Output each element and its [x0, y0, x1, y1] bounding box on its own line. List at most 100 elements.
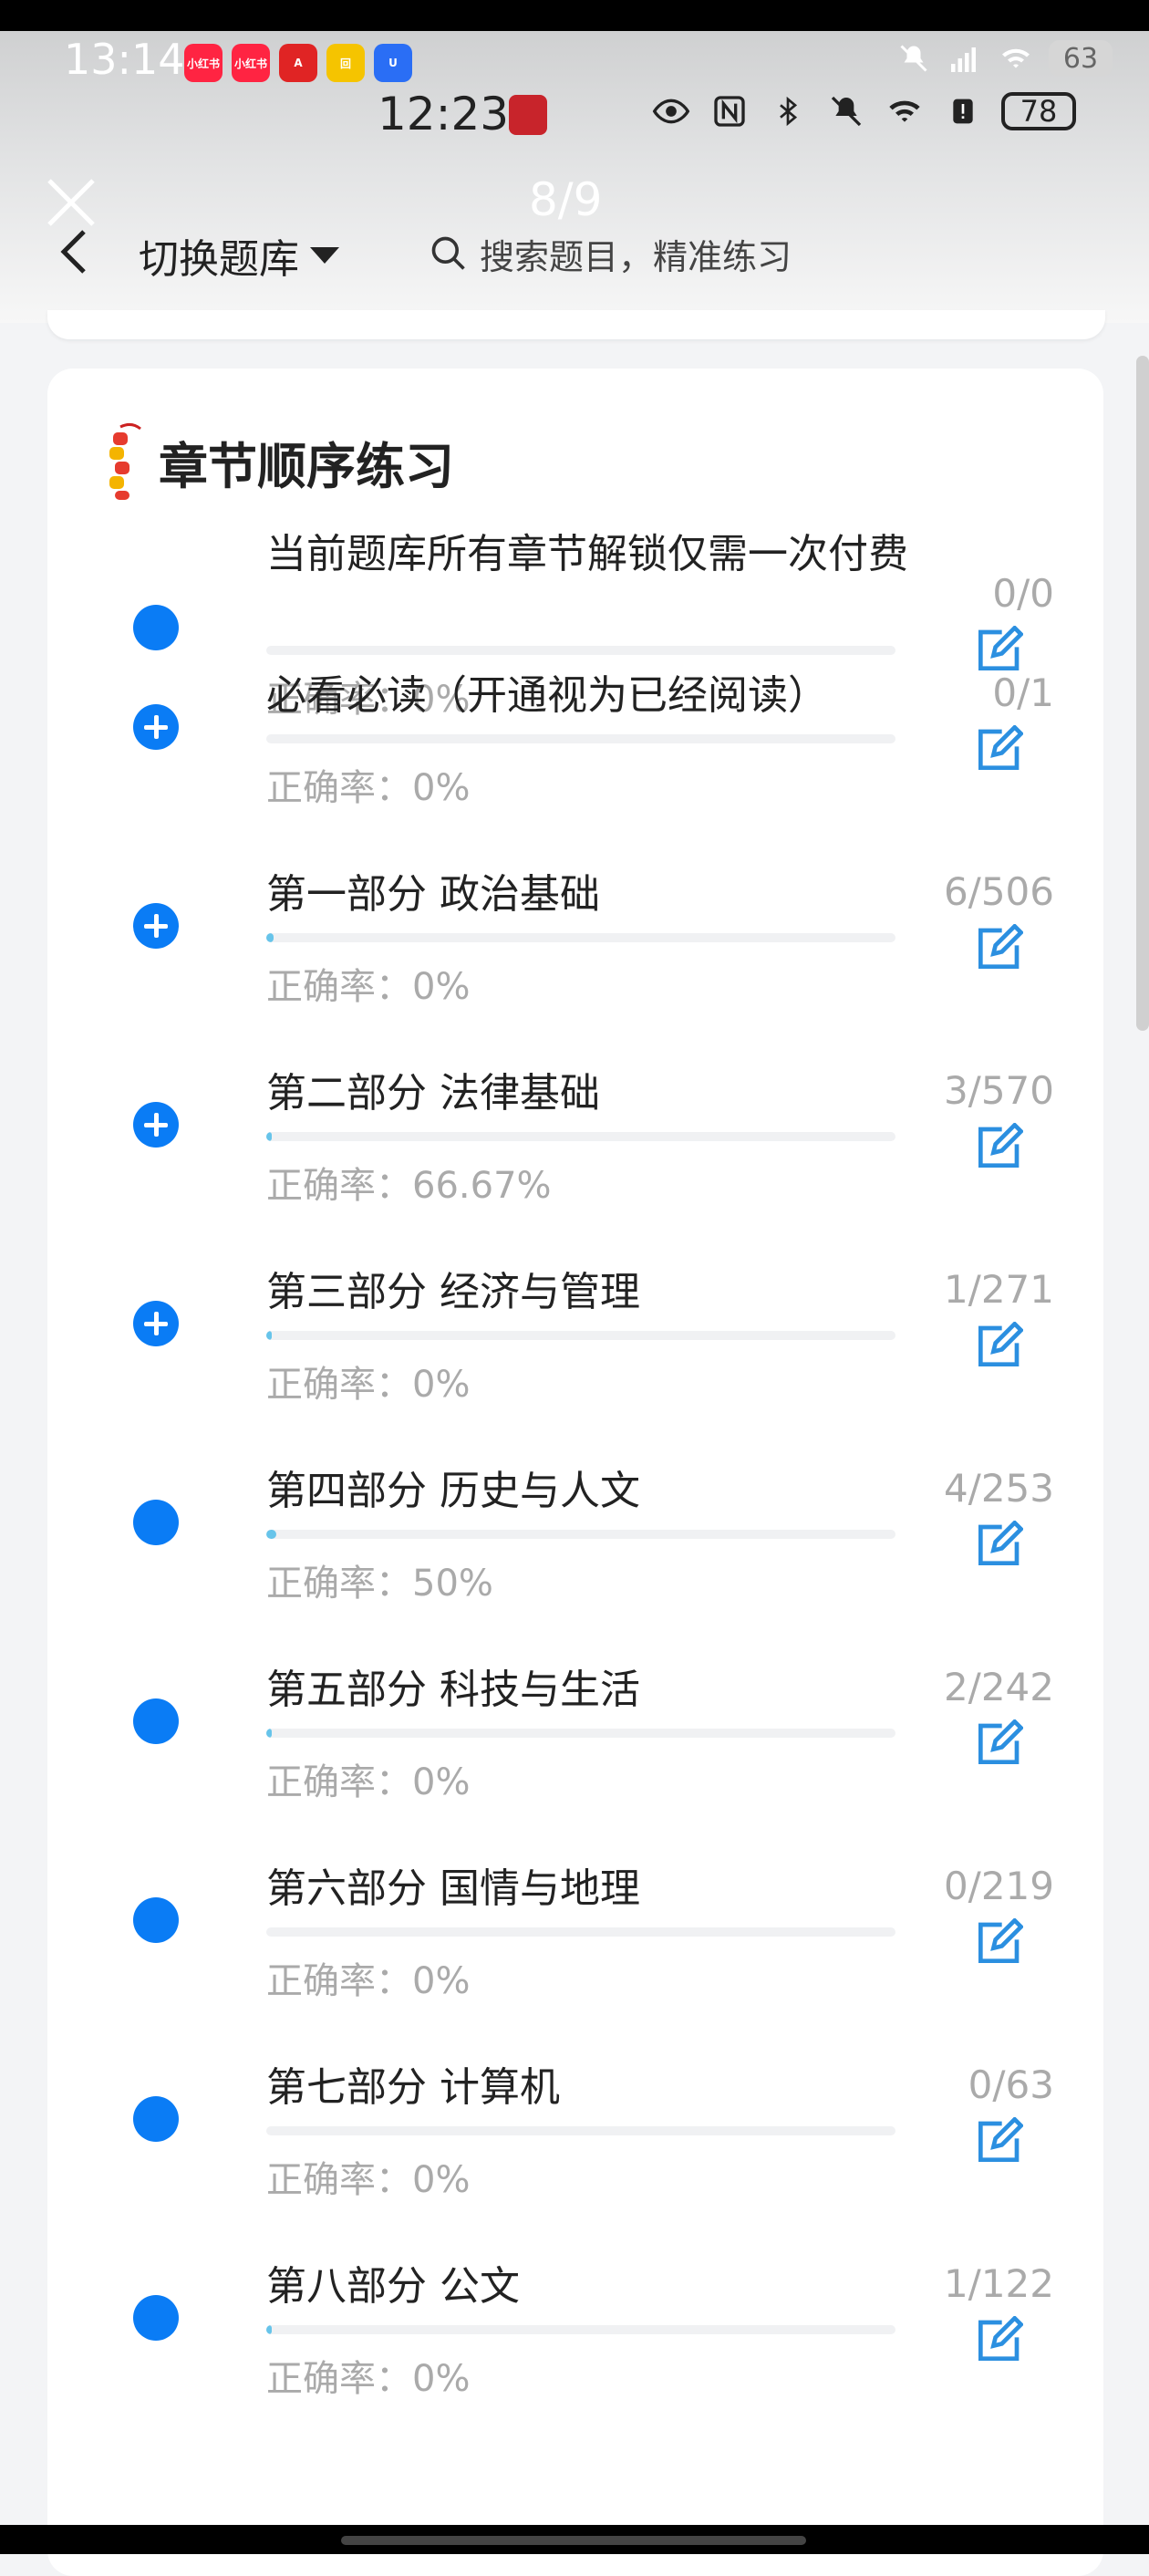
chapter-accuracy: 正确率：0% [266, 957, 470, 1010]
chapter-progress-fill [266, 1729, 272, 1738]
chapter-title[interactable]: 第四部分 历史与人文 [266, 1466, 941, 1517]
accuracy-value: 0% [412, 2159, 471, 2201]
chapter-count: 3/570 [943, 1068, 1054, 1113]
expand-plus-icon[interactable] [133, 1102, 179, 1148]
chapter-accuracy: 正确率：0% [266, 2150, 470, 2203]
edit-practice-icon[interactable] [972, 923, 1024, 975]
accuracy-value: 0% [412, 966, 471, 1008]
app-blue-icon: U [374, 44, 412, 82]
eye-icon [651, 91, 691, 131]
chapter-count: 2/242 [943, 1665, 1054, 1709]
chapter-count: 0/0 [992, 571, 1054, 616]
chapter-progress-bar [266, 1331, 895, 1340]
wifi-icon [998, 40, 1034, 77]
accuracy-label: 正确率： [266, 966, 412, 1008]
chapter-title[interactable]: 第七部分 计算机 [266, 2062, 941, 2114]
search-placeholder: 搜索题目，精准练习 [480, 236, 792, 277]
chapter-title[interactable]: 第六部分 国情与地理 [266, 1864, 941, 1915]
chapter-progress-fill [266, 933, 274, 942]
expand-plus-icon[interactable] [133, 903, 179, 949]
close-icon[interactable] [44, 175, 98, 230]
switch-bank-dropdown[interactable]: 切换题库 [139, 226, 339, 285]
previous-card-edge [47, 310, 1105, 339]
accuracy-value: 0% [412, 1960, 471, 2002]
outer-status-icons: 63 [895, 40, 1113, 77]
signal-5g-icon [947, 40, 983, 77]
expand-plus-icon[interactable] [133, 1301, 179, 1346]
edit-practice-icon[interactable] [972, 625, 1024, 677]
chapter-progress-bar [266, 734, 895, 743]
chapter-count: 0/1 [992, 670, 1054, 715]
chapter-title[interactable]: 必看必读（开通视为已经阅读） [266, 670, 941, 722]
chapter-progress-fill [266, 2325, 272, 2334]
section-title: 章节顺序练习 [159, 437, 454, 495]
chapter-accuracy: 正确率：50% [266, 1553, 493, 1606]
chapter-progress-fill [266, 1530, 277, 1539]
inner-status-time: 12:23 [378, 88, 510, 140]
accuracy-value: 0% [412, 1364, 471, 1406]
accuracy-value: 0% [412, 2358, 471, 2400]
inner-app-icon [509, 95, 547, 135]
chapter-accuracy: 正确率：0% [266, 1752, 470, 1805]
chapter-title[interactable]: 第五部分 科技与生活 [266, 1665, 941, 1716]
alert-icon [943, 91, 983, 131]
firecracker-icon [109, 422, 141, 500]
back-icon[interactable] [53, 224, 93, 279]
edit-practice-icon[interactable] [972, 1719, 1024, 1771]
chapter-progress-bar [266, 2325, 895, 2334]
accuracy-value: 50% [412, 1563, 493, 1605]
accuracy-value: 66.67% [412, 1165, 552, 1207]
chapter-accuracy: 正确率：0% [266, 758, 470, 811]
chapter-progress-fill [266, 1331, 272, 1340]
edit-practice-icon[interactable] [972, 2116, 1024, 2168]
chapter-count: 0/219 [943, 1864, 1054, 1908]
chapter-count: 0/63 [968, 2062, 1054, 2107]
caret-down-icon [310, 247, 339, 264]
accuracy-value: 0% [412, 1761, 471, 1803]
chapter-accuracy: 正确率：0% [266, 1355, 470, 1407]
accuracy-label: 正确率： [266, 2159, 412, 2201]
wifi-icon [885, 91, 925, 131]
mute-icon [826, 91, 866, 131]
accuracy-label: 正确率： [266, 767, 412, 809]
chapter-title[interactable]: 第二部分 法律基础 [266, 1068, 941, 1119]
app-yellow-icon: 回 [326, 44, 365, 82]
app-a-icon: A [279, 44, 317, 82]
edit-practice-icon[interactable] [972, 1520, 1024, 1572]
chapter-count: 6/506 [943, 869, 1054, 914]
expand-plus-icon[interactable] [133, 704, 179, 750]
search-icon [431, 236, 465, 270]
accuracy-label: 正确率： [266, 2358, 412, 2400]
chapter-dot-icon [133, 1500, 179, 1545]
edit-practice-icon[interactable] [972, 1321, 1024, 1373]
chapter-count: 1/122 [943, 2261, 1054, 2306]
edit-practice-icon[interactable] [972, 1122, 1024, 1174]
chapter-dot-icon [133, 2295, 179, 2341]
outer-notification-apps: 小红书 小红书 A 回 U [184, 44, 412, 82]
inner-status-icons: 78 [651, 91, 1076, 131]
nfc-icon [709, 91, 750, 131]
xiaohongshu-1-icon: 小红书 [184, 44, 223, 82]
chapter-dot-icon [133, 2096, 179, 2142]
chapter-dot-icon [133, 605, 179, 650]
chapter-progress-bar [266, 1729, 895, 1738]
search-input[interactable]: 搜索题目，精准练习 [429, 219, 903, 288]
outer-battery: 63 [1049, 40, 1113, 77]
chapter-title[interactable]: 第一部分 政治基础 [266, 869, 941, 920]
chapter-title[interactable]: 第八部分 公文 [266, 2261, 941, 2312]
edit-practice-icon[interactable] [972, 724, 1024, 776]
chapter-accuracy: 正确率：66.67% [266, 1156, 552, 1209]
chapter-accuracy: 正确率：0% [266, 1951, 470, 2004]
edit-practice-icon[interactable] [972, 2315, 1024, 2367]
chapter-title[interactable]: 当前题库所有章节解锁仅需一次付费 [266, 529, 941, 580]
chapter-title[interactable]: 第三部分 经济与管理 [266, 1267, 941, 1318]
chapter-progress-bar [266, 1132, 895, 1141]
chapter-progress-bar [266, 1530, 895, 1539]
accuracy-label: 正确率： [266, 1563, 412, 1605]
chapter-progress-bar [266, 2126, 895, 2135]
home-indicator[interactable] [341, 2536, 806, 2545]
chapter-accuracy: 正确率：0% [266, 2349, 470, 2402]
edit-practice-icon[interactable] [972, 1917, 1024, 1969]
scrollbar[interactable] [1136, 356, 1149, 1031]
mute-icon [895, 40, 932, 77]
